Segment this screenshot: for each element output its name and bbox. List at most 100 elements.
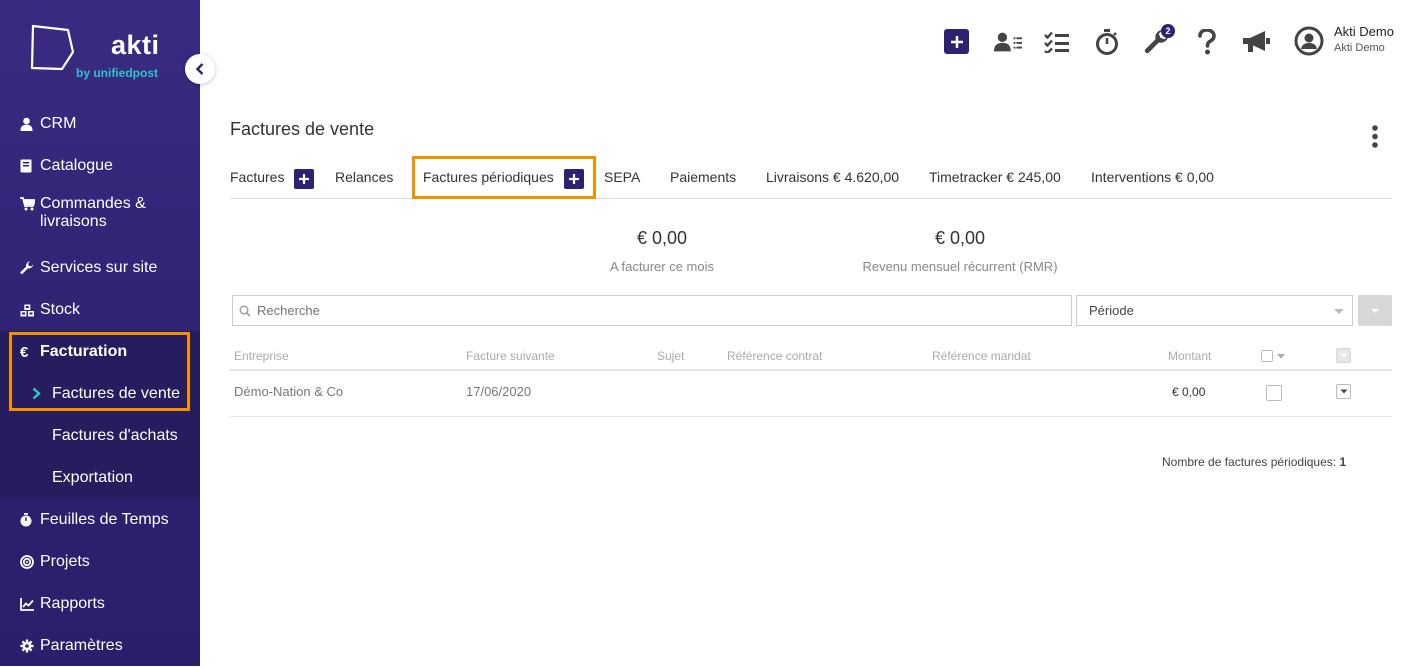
result-count-label: Nombre de factures périodiques: bbox=[1162, 455, 1337, 469]
column-header-facture-suivante[interactable]: Facture suivante bbox=[466, 349, 555, 363]
euro-icon: € bbox=[20, 343, 29, 361]
sidebar-item-label: Stock bbox=[40, 301, 81, 318]
sidebar-subitem-factures-achats[interactable]: Factures d'achats bbox=[0, 415, 200, 457]
tab-relances[interactable]: Relances bbox=[335, 169, 393, 185]
column-header-sujet[interactable]: Sujet bbox=[657, 349, 684, 363]
stopwatch-icon bbox=[20, 513, 40, 527]
caret-down-icon bbox=[1340, 353, 1347, 358]
tab-interventions[interactable]: Interventions € 0,00 bbox=[1091, 169, 1214, 185]
checklist-icon bbox=[1044, 31, 1069, 53]
chevron-left-icon bbox=[195, 63, 204, 75]
tab-livraisons[interactable]: Livraisons € 4.620,00 bbox=[766, 169, 899, 185]
sidebar-item-feuilles-de-temps[interactable]: Feuilles de Temps bbox=[0, 499, 200, 541]
sidebar-item-crm[interactable]: CRM bbox=[0, 103, 200, 145]
logo-subtitle: by unifiedpost bbox=[76, 66, 158, 80]
tab-factures-periodiques[interactable]: Factures périodiques bbox=[423, 169, 554, 185]
period-select-label: Période bbox=[1089, 303, 1134, 318]
tab-paiements[interactable]: Paiements bbox=[670, 169, 736, 185]
tools-button[interactable]: 2 bbox=[1143, 24, 1175, 56]
contacts-button[interactable] bbox=[994, 28, 1022, 56]
add-facture-periodique-button[interactable] bbox=[564, 169, 584, 189]
sidebar-item-label-2: livraisons bbox=[40, 213, 107, 230]
search-icon bbox=[233, 305, 257, 317]
megaphone-icon bbox=[1243, 31, 1270, 52]
help-button[interactable] bbox=[1193, 28, 1221, 56]
column-header-montant[interactable]: Montant bbox=[1168, 349, 1211, 363]
column-header-reference-contrat[interactable]: Référence contrat bbox=[727, 349, 822, 363]
sidebar-item-rapports[interactable]: Rapports bbox=[0, 583, 200, 625]
stat-a-facturer-value: € 0,00 bbox=[636, 228, 688, 248]
stopwatch-icon bbox=[1096, 29, 1118, 55]
sidebar-item-label: Projets bbox=[40, 553, 90, 570]
row-actions-dropdown[interactable] bbox=[1336, 384, 1351, 399]
result-count-value: 1 bbox=[1339, 455, 1347, 469]
sidebar-item-label: Commandes & bbox=[40, 195, 146, 212]
cell-entreprise[interactable]: Démo-Nation & Co bbox=[234, 384, 343, 399]
chevron-right-icon bbox=[32, 387, 41, 405]
tab-bar: Factures Relances Factures périodiques S… bbox=[230, 160, 1392, 199]
sidebar-item-label: Facturation bbox=[40, 343, 128, 360]
caret-down-icon[interactable] bbox=[1276, 353, 1286, 360]
select-all-checkbox[interactable] bbox=[1261, 350, 1273, 362]
caret-down-icon bbox=[1334, 309, 1344, 314]
plus-icon bbox=[299, 174, 309, 184]
stat-a-facturer-label: A facturer ce mois bbox=[609, 259, 715, 274]
sidebar-item-projets[interactable]: Projets bbox=[0, 541, 200, 583]
row-checkbox[interactable] bbox=[1266, 385, 1282, 401]
caret-down-icon bbox=[1340, 389, 1347, 394]
period-select[interactable]: Période bbox=[1076, 295, 1353, 326]
sidebar-subitem-exportation[interactable]: Exportation bbox=[0, 457, 200, 499]
timer-button[interactable] bbox=[1093, 28, 1121, 56]
period-dropdown-button[interactable] bbox=[1358, 295, 1392, 326]
more-options-button[interactable] bbox=[1368, 124, 1382, 150]
stat-rmr-value: € 0,00 bbox=[934, 228, 986, 248]
sidebar-item-commandes[interactable]: Commandes & livraisons bbox=[0, 187, 200, 247]
gear-icon bbox=[20, 639, 40, 653]
sidebar-item-label: Catalogue bbox=[40, 157, 113, 174]
search-input[interactable] bbox=[257, 297, 1037, 324]
user-company: Akti Demo bbox=[1334, 42, 1385, 54]
sidebar-item-label: Paramètres bbox=[40, 637, 123, 654]
result-count: Nombre de factures périodiques: 1 bbox=[1162, 455, 1346, 469]
sidebar-item-label: Rapports bbox=[40, 595, 105, 612]
table-header-divider bbox=[230, 369, 1392, 371]
sidebar-subitem-label: Factures d'achats bbox=[52, 427, 178, 444]
column-header-reference-mandat[interactable]: Référence mandat bbox=[932, 349, 1031, 363]
add-facture-button[interactable] bbox=[294, 169, 314, 189]
notification-badge: 2 bbox=[1161, 24, 1175, 38]
cart-icon bbox=[20, 195, 40, 211]
user-avatar[interactable] bbox=[1294, 26, 1324, 56]
cell-facture-suivante: 17/06/2020 bbox=[466, 384, 532, 399]
question-icon bbox=[1198, 29, 1216, 55]
sidebar-nav: CRM Catalogue Commandes & livraisons Ser… bbox=[0, 103, 200, 667]
sidebar-collapse-button[interactable] bbox=[185, 54, 215, 84]
sidebar-item-facturation[interactable]: € Facturation bbox=[0, 331, 200, 373]
tab-factures[interactable]: Factures bbox=[230, 169, 284, 185]
sidebar-item-stock[interactable]: Stock bbox=[0, 289, 200, 331]
search-box[interactable] bbox=[232, 295, 1072, 326]
bulk-actions-dropdown[interactable] bbox=[1336, 348, 1351, 363]
chart-icon bbox=[20, 597, 40, 611]
target-icon bbox=[20, 555, 40, 569]
add-new-button[interactable] bbox=[944, 29, 969, 54]
sidebar: akti by unifiedpost CRM Catalogue Comman… bbox=[0, 0, 200, 666]
announcements-button[interactable] bbox=[1240, 28, 1272, 56]
sidebar-item-label-wrap: Commandes & livraisons bbox=[40, 195, 146, 231]
user-icon bbox=[20, 117, 40, 131]
sidebar-item-services[interactable]: Services sur site bbox=[0, 247, 200, 289]
sidebar-subitem-label: Exportation bbox=[52, 469, 133, 486]
sidebar-item-label: CRM bbox=[40, 115, 77, 132]
column-header-entreprise[interactable]: Entreprise bbox=[234, 349, 289, 363]
contacts-icon bbox=[994, 32, 1022, 52]
logo[interactable]: akti by unifiedpost bbox=[0, 0, 200, 100]
sidebar-item-catalogue[interactable]: Catalogue bbox=[0, 145, 200, 187]
sidebar-item-parametres[interactable]: Paramètres bbox=[0, 625, 200, 667]
kebab-menu-icon bbox=[1372, 125, 1378, 148]
stat-rmr-label: Revenu mensuel récurrent (RMR) bbox=[862, 259, 1058, 274]
user-name[interactable]: Akti Demo bbox=[1334, 24, 1394, 39]
tasks-button[interactable] bbox=[1043, 28, 1071, 56]
sidebar-item-label: Services sur site bbox=[40, 259, 158, 276]
sidebar-subitem-factures-de-vente[interactable]: Factures de vente bbox=[0, 373, 200, 415]
tab-timetracker[interactable]: Timetracker € 245,00 bbox=[929, 169, 1061, 185]
tab-sepa[interactable]: SEPA bbox=[604, 169, 640, 185]
